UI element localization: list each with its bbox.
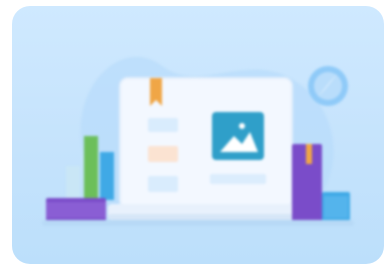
image-icon bbox=[212, 112, 264, 160]
compass-icon bbox=[308, 66, 348, 106]
illustration-card bbox=[12, 6, 384, 264]
book-icon bbox=[292, 144, 350, 222]
laptop-icon bbox=[108, 77, 304, 220]
study-illustration bbox=[42, 57, 354, 226]
